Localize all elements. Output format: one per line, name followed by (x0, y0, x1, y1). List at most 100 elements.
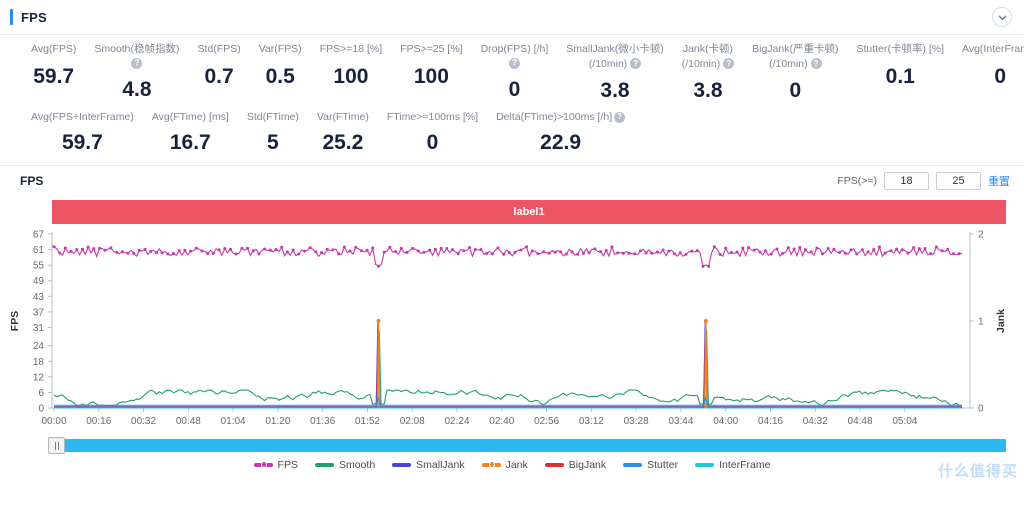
metric-label: Avg(InterFrame) (962, 43, 1024, 56)
chart-horizontal-scrollbar[interactable] (0, 437, 1024, 454)
metric-item: Std(FPS) 0.7 (189, 43, 250, 89)
fps-low-threshold-input[interactable] (884, 171, 929, 190)
svg-text:05:04: 05:04 (892, 416, 917, 427)
svg-text:24: 24 (33, 341, 45, 352)
svg-text:00:32: 00:32 (131, 416, 156, 427)
svg-text:01:52: 01:52 (355, 416, 380, 427)
metric-item: Avg(FTime) [ms] 16.7 (143, 111, 238, 155)
metric-value: 0 (994, 64, 1006, 88)
metric-value: 100 (333, 64, 369, 88)
legend-item-smalljank[interactable]: SmallJank (392, 458, 465, 471)
fps-chart-card: FPS FPS(>=) 重置 label1 061218243137434955… (0, 164, 1024, 483)
legend-color-swatch (695, 462, 715, 467)
svg-text:02:56: 02:56 (534, 416, 559, 427)
metric-label: Jank(卡顿) (/10min) ? (682, 43, 735, 70)
legend-item-jank[interactable]: Jank (481, 458, 528, 471)
svg-text:18: 18 (33, 356, 45, 367)
help-icon[interactable]: ? (723, 58, 735, 70)
svg-text:02:40: 02:40 (489, 416, 514, 427)
legend-item-bigjank[interactable]: BigJank (544, 458, 607, 471)
svg-text:67: 67 (33, 229, 45, 240)
metric-label: Std(FTime) (247, 111, 299, 124)
fps-plot-svg[interactable]: 0612182431374349556167FPS012Jank00:00 00:… (0, 196, 1024, 446)
metric-item: Delta(FTime)>100ms [/h]? 22.9 (487, 111, 634, 155)
svg-text:03:12: 03:12 (579, 416, 604, 427)
metric-item: Var(FPS) 0.5 (250, 43, 311, 89)
svg-text:61: 61 (33, 245, 45, 256)
svg-text:55: 55 (33, 260, 45, 271)
metric-label: FTime>=100ms [%] (387, 111, 478, 124)
chevron-down-icon (998, 15, 1006, 20)
scrollbar-track[interactable] (48, 437, 1006, 454)
help-icon[interactable]: ? (614, 111, 626, 123)
metric-label: Smooth(稳帧指数)? (94, 43, 180, 69)
metric-label: Var(FPS) (259, 43, 302, 56)
legend-label: FPS (277, 458, 298, 471)
metric-value: 100 (413, 64, 449, 88)
grip-line (57, 441, 59, 450)
svg-text:1: 1 (978, 316, 984, 327)
metric-value: 0 (426, 130, 439, 154)
chart-legend: FPS Smooth SmallJank Jank BigJank Stutter Inte… (0, 459, 1024, 471)
metric-value: 59.7 (33, 64, 75, 88)
metric-value: 4.8 (122, 77, 152, 101)
metric-label-line1: Jank(卡顿) (682, 43, 734, 55)
legend-item-fps[interactable]: FPS (253, 458, 298, 471)
legend-label: Jank (505, 458, 528, 471)
metric-label-line2: (/10min) ? (752, 58, 838, 71)
legend-item-stutter[interactable]: Stutter (623, 459, 678, 471)
fps-filter-label: FPS(>=) (837, 174, 877, 187)
legend-label: SmallJank (416, 458, 465, 471)
metric-label-line1: Delta(FTime)>100ms [/h] (496, 111, 613, 123)
metric-label: Delta(FTime)>100ms [/h]? (496, 111, 626, 124)
svg-text:02:24: 02:24 (445, 416, 470, 427)
metric-label: SmallJank(微小卡顿) (/10min) ? (566, 43, 663, 70)
grip-line (54, 441, 56, 450)
metric-item: Std(FTime) 5 (238, 111, 308, 155)
help-icon[interactable]: ? (630, 58, 642, 70)
metric-label: Avg(FPS+InterFrame) (31, 111, 134, 124)
metric-label-line1: BigJank(严重卡顿) (752, 43, 839, 55)
metric-item: Avg(FPS+InterFrame) 59.7 (22, 111, 143, 155)
metric-label-line1: Avg(FTime) [ms] (151, 111, 229, 123)
metric-item: FPS>=25 [%] 100 (391, 43, 471, 89)
svg-text:FPS: FPS (9, 310, 21, 330)
panel-header: FPS (0, 0, 1024, 35)
scrollbar-left-handle[interactable] (48, 437, 65, 454)
help-icon[interactable]: ? (131, 57, 143, 69)
metric-item: FTime>=100ms [%] 0 (378, 111, 487, 155)
svg-text:12: 12 (33, 372, 45, 383)
svg-text:2: 2 (978, 229, 984, 240)
metric-value: 0.7 (204, 64, 234, 88)
collapse-panel-button[interactable] (992, 7, 1012, 27)
svg-text:01:36: 01:36 (310, 416, 335, 427)
svg-text:04:32: 04:32 (803, 416, 828, 427)
svg-text:01:04: 01:04 (221, 416, 246, 427)
legend-item-smooth[interactable]: Smooth (314, 459, 375, 471)
help-icon[interactable]: ? (508, 57, 520, 69)
metric-label-line1: Std(FPS) (197, 43, 241, 55)
metric-value: 25.2 (322, 130, 364, 154)
metric-label: FPS>=18 [%] (320, 43, 382, 56)
reset-link[interactable]: 重置 (988, 173, 1010, 189)
plot-axes: 0612182431374349556167FPS012Jank00:00 00:… (9, 229, 1007, 427)
svg-text:00:16: 00:16 (86, 416, 111, 427)
legend-item-interframe[interactable]: InterFrame (695, 459, 770, 471)
fps-threshold-filter: FPS(>=) 重置 (837, 171, 1010, 190)
metric-item: Var(FTime) 25.2 (308, 111, 378, 155)
metric-label: Std(FPS) (198, 43, 241, 56)
metric-label-line1: Avg(InterFrame) (962, 43, 1024, 55)
svg-text:04:48: 04:48 (848, 416, 873, 427)
metric-value: 3.8 (600, 79, 630, 102)
metric-label-line1: Var(FTime) (316, 111, 369, 123)
help-icon[interactable]: ? (810, 58, 822, 70)
metric-label: Avg(FTime) [ms] (152, 111, 229, 124)
legend-color-swatch (314, 462, 334, 467)
legend-label: BigJank (568, 458, 607, 471)
metric-value: 0.5 (265, 64, 295, 88)
svg-text:49: 49 (33, 276, 45, 287)
metric-item: Jank(卡顿) (/10min) ? 3.8 (673, 43, 743, 103)
metrics-row-2: Avg(FPS+InterFrame) 59.7 Avg(FTime) [ms] 16… (0, 111, 1024, 155)
chart-toolbar: FPS FPS(>=) 重置 (0, 166, 1024, 196)
fps-high-threshold-input[interactable] (936, 171, 981, 190)
